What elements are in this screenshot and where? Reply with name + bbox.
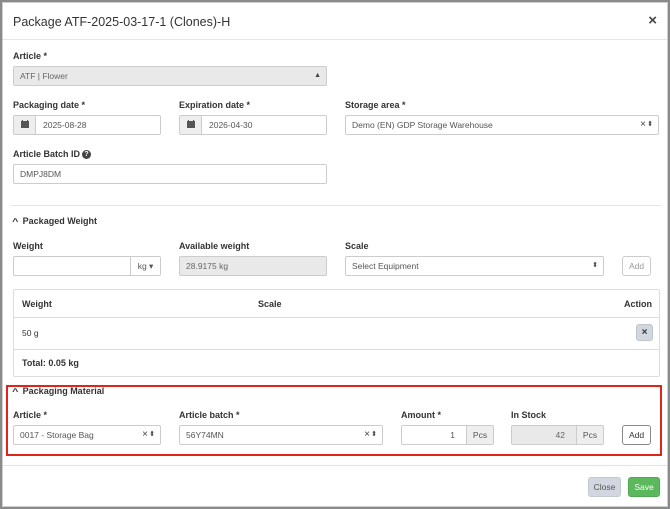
column-header-scale: Scale bbox=[258, 299, 282, 309]
clear-icon[interactable]: × bbox=[640, 116, 646, 134]
column-header-weight: Weight bbox=[22, 299, 52, 309]
table-row-weight: 50 g bbox=[22, 328, 39, 338]
expiration-date-field[interactable]: 2026-04-30 bbox=[179, 115, 327, 135]
packaging-date-label: Packaging date * bbox=[13, 100, 86, 110]
close-icon[interactable]: × bbox=[648, 13, 657, 28]
packaged-weight-section-title[interactable]: ^ Packaged Weight bbox=[12, 216, 97, 226]
chevron-up-icon: ^ bbox=[12, 217, 19, 226]
unit-dropdown[interactable]: kg ▾ bbox=[130, 257, 160, 275]
available-weight-field: 28.9175 kg bbox=[179, 256, 327, 276]
batch-id-label: Article Batch ID? bbox=[13, 149, 92, 159]
weight-input[interactable]: kg ▾ bbox=[13, 256, 161, 276]
select-arrows-icon: ⬍ bbox=[592, 262, 598, 269]
storage-area-label: Storage area * bbox=[345, 100, 406, 110]
weights-table: Weight Scale Action 50 g × Total: 0.05 k… bbox=[13, 289, 660, 377]
batch-id-input[interactable]: DMPJ8DM bbox=[13, 164, 327, 184]
divider bbox=[11, 205, 661, 206]
calendar-icon[interactable] bbox=[14, 116, 36, 134]
expiration-date-label: Expiration date * bbox=[179, 100, 251, 110]
highlight-box bbox=[6, 385, 662, 456]
table-divider bbox=[14, 349, 659, 350]
close-button[interactable]: Close bbox=[588, 477, 621, 497]
weight-label: Weight bbox=[13, 241, 43, 251]
select-arrows-icon: ▲ bbox=[314, 72, 321, 79]
footer-divider bbox=[3, 465, 667, 466]
packaging-date-field[interactable]: 2025-08-28 bbox=[13, 115, 161, 135]
select-arrows-icon: ⬍ bbox=[647, 121, 653, 128]
article-label: Article * bbox=[13, 51, 48, 61]
scale-select[interactable]: Select Equipment ⬍ bbox=[345, 256, 604, 276]
modal-title: Package ATF-2025-03-17-1 (Clones)-H bbox=[13, 15, 231, 29]
add-weight-button[interactable]: Add bbox=[622, 256, 651, 276]
calendar-icon[interactable] bbox=[180, 116, 202, 134]
delete-row-icon[interactable]: × bbox=[636, 324, 653, 341]
column-header-action: Action bbox=[624, 299, 652, 309]
available-weight-label: Available weight bbox=[179, 241, 250, 251]
article-select[interactable]: ATF | Flower ▲ bbox=[13, 66, 327, 86]
table-divider bbox=[14, 317, 659, 318]
help-icon[interactable]: ? bbox=[82, 150, 92, 159]
scale-label: Scale bbox=[345, 241, 369, 251]
save-button[interactable]: Save bbox=[628, 477, 660, 497]
storage-area-select[interactable]: Demo (EN) GDP Storage Warehouse × ⬍ bbox=[345, 115, 659, 135]
modal-header: Package ATF-2025-03-17-1 (Clones)-H × bbox=[3, 3, 667, 40]
table-total: Total: 0.05 kg bbox=[22, 358, 79, 368]
